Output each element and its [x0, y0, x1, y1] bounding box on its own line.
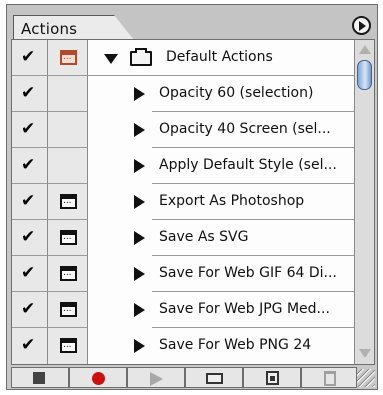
delete-selection-icon [324, 371, 336, 386]
palette-menu-arrow-icon[interactable] [352, 16, 371, 35]
action-row[interactable]: ✔ Apply Default Style (sel... [12, 148, 356, 184]
action-name: Opacity 60 (selection) [159, 85, 314, 101]
actions-toolbar [11, 367, 375, 389]
play-selection-button[interactable] [127, 367, 185, 388]
palette-tab-strip: Actions [7, 5, 377, 40]
stop-playing-icon [33, 372, 45, 384]
toggle-dialog-icon[interactable] [60, 338, 77, 353]
actions-palette: Actions ✔ Default Actions ✔ Opacity 60 (… [6, 4, 378, 390]
toggle-dialog-icon[interactable] [60, 194, 77, 209]
toggle-item-checkmark-icon[interactable]: ✔ [21, 84, 35, 102]
vertical-scrollbar[interactable] [354, 40, 374, 364]
tab-notch [114, 15, 134, 40]
delete-selection-button[interactable] [301, 367, 357, 388]
toggle-dialog-icon[interactable] [60, 302, 77, 317]
action-name: Save For Web GIF 64 Di... [159, 265, 337, 281]
scroll-thumb[interactable] [357, 60, 372, 90]
action-row[interactable]: ✔ Opacity 40 Screen (sel... [12, 112, 356, 148]
scroll-down-arrow-icon[interactable] [359, 349, 371, 358]
toggle-item-checkmark-icon[interactable]: ✔ [21, 156, 35, 174]
action-name: Save For Web PNG 24 [159, 337, 312, 353]
create-new-set-icon [206, 373, 223, 384]
begin-recording-button[interactable] [69, 367, 127, 388]
action-row[interactable]: ✔ Save For Web PNG 24 [12, 328, 356, 364]
expand-triangle-down-icon[interactable] [104, 54, 118, 64]
action-row[interactable]: ✔ Save For Web JPG Med... [12, 292, 356, 328]
expand-triangle-icon[interactable] [134, 195, 145, 209]
actions-list: ✔ Default Actions ✔ Opacity 60 (selectio… [11, 39, 375, 365]
expand-triangle-icon[interactable] [134, 339, 145, 353]
toggle-item-checkmark-icon[interactable]: ✔ [21, 264, 35, 282]
create-new-set-button[interactable] [185, 367, 243, 388]
toggle-item-checkmark-icon[interactable]: ✔ [21, 192, 35, 210]
scroll-up-arrow-icon[interactable] [359, 45, 371, 54]
folder-icon [130, 48, 152, 66]
create-new-action-button[interactable] [243, 367, 301, 388]
action-set-row[interactable]: ✔ Default Actions [12, 40, 356, 76]
expand-triangle-icon[interactable] [134, 267, 145, 281]
expand-triangle-icon[interactable] [134, 123, 145, 137]
resize-grip-icon[interactable] [357, 369, 375, 387]
action-row[interactable]: ✔ Export As Photoshop [12, 184, 356, 220]
action-name: Save As SVG [159, 229, 249, 245]
expand-triangle-icon[interactable] [134, 303, 145, 317]
action-name: Opacity 40 Screen (sel... [159, 121, 331, 137]
action-row[interactable]: ✔ Save As SVG [12, 220, 356, 256]
toggle-item-checkmark-icon[interactable]: ✔ [21, 300, 35, 318]
action-row[interactable]: ✔ Save For Web GIF 64 Di... [12, 256, 356, 292]
expand-triangle-icon[interactable] [134, 87, 145, 101]
create-new-action-icon [266, 371, 279, 385]
expand-triangle-icon[interactable] [134, 159, 145, 173]
toggle-dialog-icon[interactable] [60, 50, 77, 65]
expand-triangle-icon[interactable] [134, 231, 145, 245]
toggle-item-checkmark-icon[interactable]: ✔ [21, 336, 35, 354]
action-name: Save For Web JPG Med... [159, 301, 330, 317]
action-set-name: Default Actions [166, 49, 273, 65]
toggle-item-checkmark-icon[interactable]: ✔ [21, 120, 35, 138]
begin-recording-icon [92, 372, 105, 385]
toggle-item-checkmark-icon[interactable]: ✔ [21, 228, 35, 246]
action-name: Export As Photoshop [159, 193, 305, 209]
action-row[interactable]: ✔ Opacity 60 (selection) [12, 76, 356, 112]
tab-actions-label: Actions [21, 20, 78, 38]
action-name: Apply Default Style (sel... [159, 157, 337, 173]
toggle-dialog-icon[interactable] [60, 266, 77, 281]
toggle-dialog-icon[interactable] [60, 230, 77, 245]
play-selection-icon [150, 372, 163, 386]
toggle-item-checkmark-icon[interactable]: ✔ [21, 48, 35, 66]
stop-playing-button[interactable] [11, 367, 69, 388]
